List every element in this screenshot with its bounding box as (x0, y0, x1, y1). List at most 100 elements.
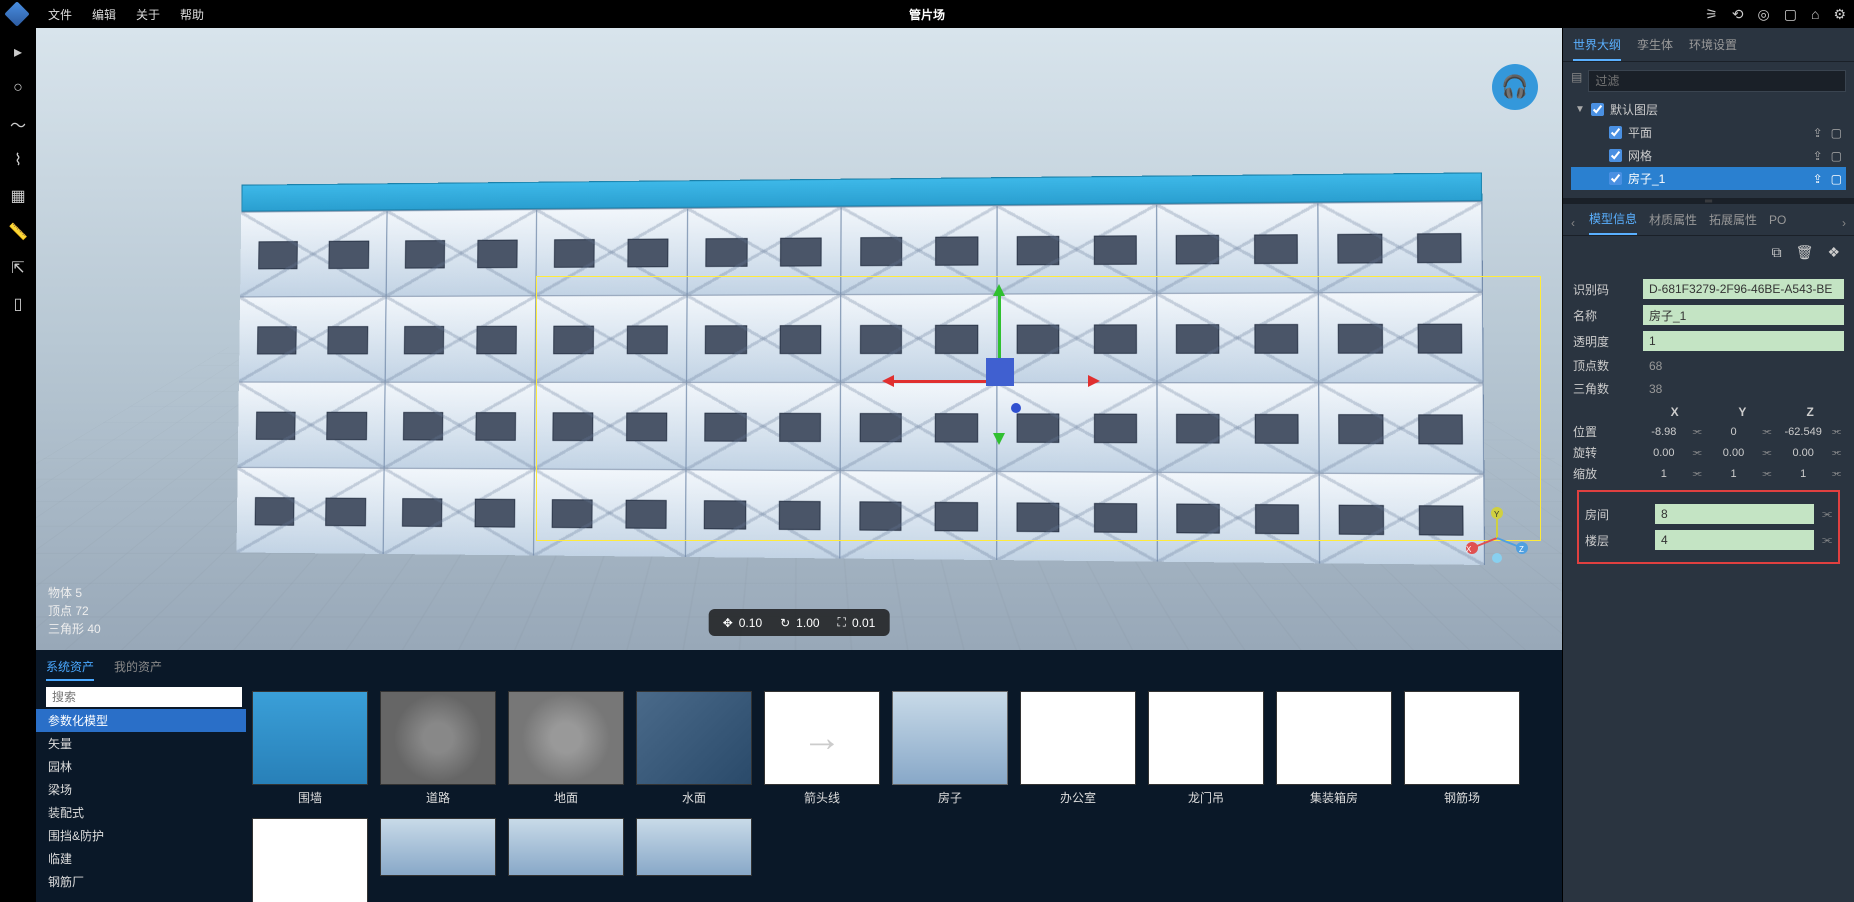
viewport-3d[interactable]: 物体 5 顶点 72 三角形 40 ✥ 0.10 ↻ 1.00 ⛶ 0.01 X… (36, 28, 1562, 650)
asset-item[interactable]: 地面 (508, 691, 624, 806)
gizmo-x-pos[interactable] (1036, 380, 1096, 383)
room-field[interactable] (1655, 504, 1814, 524)
export-icon[interactable]: ⇪ (1813, 126, 1823, 140)
tab-env[interactable]: 环境设置 (1689, 36, 1737, 61)
asset-item[interactable]: 道路 (380, 691, 496, 806)
outline-node[interactable]: 平面⇪▢ (1571, 121, 1846, 144)
select-tool[interactable]: ▸ (4, 38, 32, 66)
circle-tool[interactable]: ○ (4, 74, 32, 102)
category-beam[interactable]: 梁场 (36, 778, 246, 801)
building-model[interactable] (236, 172, 1485, 565)
frame-icon[interactable]: ▢ (1831, 149, 1842, 163)
delete-icon[interactable]: 🗑 (1796, 244, 1814, 261)
transform-y[interactable]: 0 (1709, 426, 1759, 438)
frame-icon[interactable]: ▢ (1831, 126, 1842, 140)
target-icon[interactable]: ◎ (1758, 6, 1770, 23)
transform-x[interactable]: 1 (1639, 468, 1689, 480)
visibility-checkbox[interactable] (1591, 103, 1604, 116)
save-icon[interactable]: ▢ (1784, 6, 1797, 23)
category-prefab[interactable]: 装配式 (36, 801, 246, 824)
transform-x[interactable]: 0.00 (1639, 447, 1689, 459)
tab-world-outline[interactable]: 世界大纲 (1573, 36, 1621, 61)
asset-item[interactable]: 集装箱房 (1276, 691, 1392, 806)
transform-y[interactable]: 0.00 (1709, 447, 1759, 459)
outline-node[interactable]: 房子_1⇪▢ (1571, 167, 1846, 190)
category-fence[interactable]: 围挡&防护 (36, 824, 246, 847)
export-icon[interactable]: ⇪ (1813, 149, 1823, 163)
tab-model-info[interactable]: 模型信息 (1589, 210, 1637, 235)
gizmo-center[interactable] (986, 358, 1014, 386)
tab-my-assets[interactable]: 我的资产 (114, 658, 162, 681)
asset-item[interactable]: 房子 (892, 691, 1008, 806)
outline-filter-input[interactable] (1588, 70, 1846, 92)
asset-item[interactable]: 龙门吊 (1148, 691, 1264, 806)
tab-twin[interactable]: 孪生体 (1637, 36, 1673, 61)
floor-field[interactable] (1655, 530, 1814, 550)
camera-icon[interactable]: ⌂ (1811, 6, 1819, 22)
asset-item[interactable]: 料仓 (252, 818, 368, 902)
opacity-field[interactable] (1643, 331, 1844, 351)
asset-item[interactable]: 围墙 (252, 691, 368, 806)
asset-item[interactable] (380, 818, 496, 902)
tab-extend[interactable]: 拓展属性 (1709, 211, 1757, 234)
asset-item[interactable]: 办公室 (1020, 691, 1136, 806)
name-field[interactable] (1643, 305, 1844, 325)
sync-icon[interactable]: ⟲ (1732, 6, 1744, 23)
tab-po[interactable]: PO (1769, 213, 1786, 233)
category-vector[interactable]: 矢量 (36, 732, 246, 755)
asset-item[interactable]: 钢筋场 (1404, 691, 1520, 806)
grid-tool[interactable]: ▦ (4, 182, 32, 210)
layers-icon[interactable]: ❖ (1827, 244, 1840, 261)
asset-item[interactable] (508, 818, 624, 902)
axis-widget[interactable]: X Y Z (1462, 503, 1532, 576)
menu-file[interactable]: 文件 (38, 6, 82, 23)
menu-edit[interactable]: 编辑 (82, 6, 126, 23)
outline-node[interactable]: 网格⇪▢ (1571, 144, 1846, 167)
link-icon[interactable]: ⫘ (1822, 534, 1832, 547)
prop-tabs-next[interactable]: › (1842, 216, 1846, 230)
tab-system-assets[interactable]: 系统资产 (46, 658, 94, 681)
visibility-checkbox[interactable] (1609, 172, 1622, 185)
settings-icon[interactable]: ⚙ (1833, 6, 1846, 23)
scale-step-control[interactable]: ⛶ 0.01 (838, 615, 876, 630)
measure-tool[interactable]: 📏 (4, 218, 32, 246)
id-field[interactable] (1643, 279, 1844, 299)
visibility-checkbox[interactable] (1609, 149, 1622, 162)
export-icon[interactable]: ⇪ (1813, 172, 1823, 186)
category-temp[interactable]: 临建 (36, 847, 246, 870)
gizmo-z-dot[interactable] (1011, 403, 1021, 413)
transform-z[interactable]: 1 (1778, 468, 1828, 480)
category-garden[interactable]: 园林 (36, 755, 246, 778)
transform-gizmo[interactable] (996, 378, 1006, 388)
transform-y[interactable]: 1 (1709, 468, 1759, 480)
hierarchy-icon[interactable]: ⚞ (1705, 6, 1718, 23)
transform-z[interactable]: 0.00 (1778, 447, 1828, 459)
book-tool[interactable]: ▯ (4, 290, 32, 318)
transform-row: 缩放1⫘1⫘1⫘ (1573, 465, 1844, 482)
rotate-step-control[interactable]: ↻ 1.00 (780, 616, 819, 630)
frame-icon[interactable]: ▢ (1831, 172, 1842, 186)
category-parametric[interactable]: 参数化模型 (36, 709, 246, 732)
transform-x[interactable]: -8.98 (1639, 426, 1689, 438)
copy-icon[interactable]: ⧉ (1772, 244, 1782, 261)
gizmo-x-axis[interactable] (886, 380, 996, 383)
link-icon[interactable]: ⫘ (1822, 508, 1832, 521)
polyline-tool[interactable]: ⌇ (4, 146, 32, 174)
menu-about[interactable]: 关于 (126, 6, 170, 23)
filter-icon[interactable]: ▤ (1571, 70, 1582, 92)
asset-item[interactable]: 水面 (636, 691, 752, 806)
visibility-checkbox[interactable] (1609, 126, 1622, 139)
menu-help[interactable]: 帮助 (170, 6, 214, 23)
asset-search-input[interactable] (46, 687, 242, 707)
support-button[interactable]: 🎧 (1492, 64, 1538, 110)
category-rebar[interactable]: 钢筋厂 (36, 870, 246, 893)
tab-material[interactable]: 材质属性 (1649, 211, 1697, 234)
curve-tool[interactable]: 〜 (4, 110, 32, 138)
dimension-tool[interactable]: ⇱ (4, 254, 32, 282)
asset-item[interactable]: →箭头线 (764, 691, 880, 806)
prop-tabs-prev[interactable]: ‹ (1571, 216, 1575, 230)
move-step-control[interactable]: ✥ 0.10 (723, 616, 762, 630)
asset-item[interactable] (636, 818, 752, 902)
transform-z[interactable]: -62.549 (1778, 426, 1828, 438)
outline-node[interactable]: ▼默认图层 (1571, 98, 1846, 121)
